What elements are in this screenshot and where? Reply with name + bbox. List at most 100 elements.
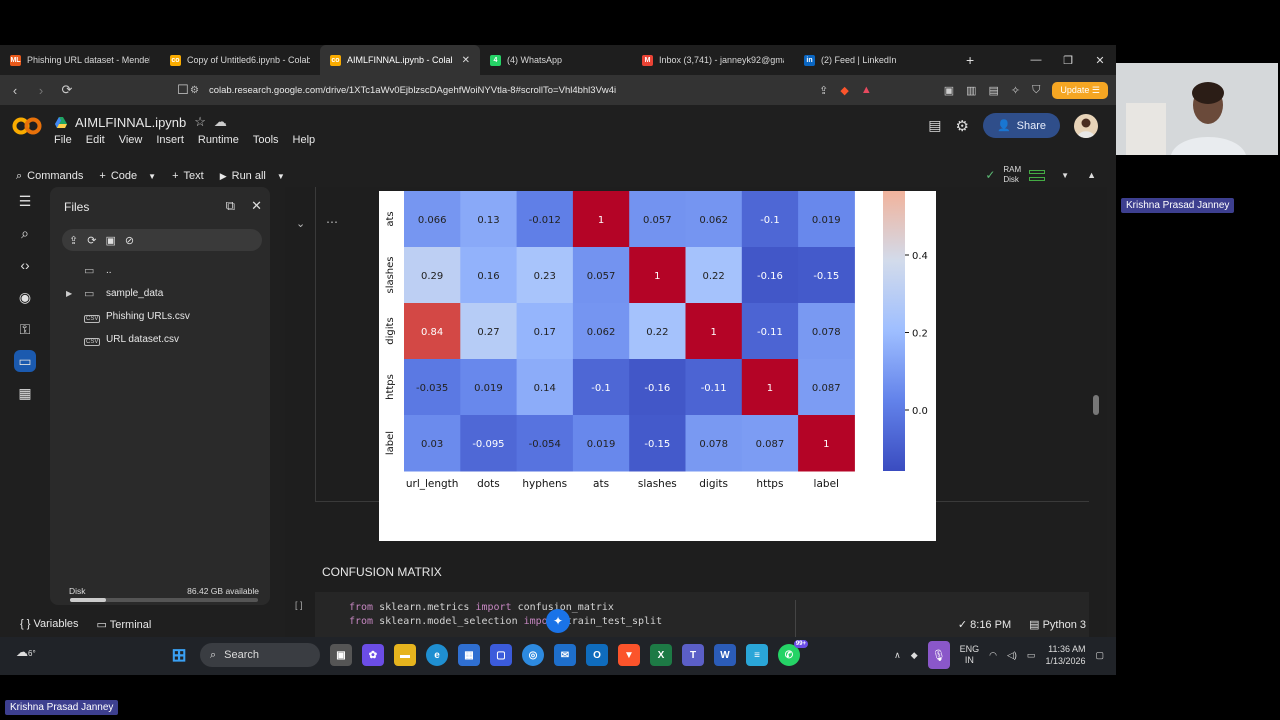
share-button[interactable]: 👤 Share: [982, 113, 1060, 138]
notifications-icon[interactable]: ▢: [1095, 650, 1104, 661]
menu-item-view[interactable]: View: [119, 134, 143, 146]
brave-browser-icon[interactable]: ▼: [618, 644, 640, 666]
files-folder-icon[interactable]: ▭: [0, 345, 50, 377]
word-icon[interactable]: W: [714, 644, 736, 666]
add-code-button[interactable]: + Code ▼: [99, 170, 156, 182]
volume-icon[interactable]: ◁): [1007, 650, 1017, 661]
file-tree-item[interactable]: CSV Phishing URLs.csv: [50, 305, 270, 328]
runtime-button[interactable]: ▤ Python 3: [1029, 618, 1086, 631]
variables-button[interactable]: { } Variables: [20, 618, 79, 631]
back-icon[interactable]: ‹: [4, 83, 26, 98]
share-page-icon[interactable]: ⇪: [819, 84, 828, 97]
whatsapp-icon[interactable]: ✆ 99+: [778, 640, 808, 666]
browser-tab[interactable]: M Inbox (3,741) - janneyk92@gma: [632, 45, 794, 75]
menu-item-help[interactable]: Help: [293, 134, 316, 146]
battery-icon[interactable]: ▭: [1027, 650, 1036, 661]
brave-shield-icon[interactable]: ◆: [840, 84, 848, 97]
language-indicator[interactable]: ENG IN: [960, 644, 980, 666]
forward-icon[interactable]: ›: [30, 83, 52, 98]
menu-item-edit[interactable]: Edit: [86, 134, 105, 146]
reload-icon[interactable]: ⟳: [56, 82, 78, 98]
hide-files-icon[interactable]: ⊘: [125, 234, 134, 247]
excel-icon[interactable]: X: [650, 644, 672, 666]
system-clock[interactable]: 11:36 AM 1/13/2026: [1045, 643, 1085, 667]
terminal-button[interactable]: ▭ Terminal: [97, 618, 152, 631]
browser-tab[interactable]: co AIMLFINNAL.ipynb - Colab ✕: [320, 45, 480, 75]
file-tree-item[interactable]: ▶ ▭ sample_data: [50, 282, 270, 305]
comments-icon[interactable]: ▤: [928, 117, 941, 134]
close-window-icon[interactable]: ✕: [1084, 54, 1116, 67]
settings-gear-icon[interactable]: ⚙: [955, 117, 968, 135]
site-info-icon[interactable]: ⚙: [190, 85, 199, 96]
leo-icon[interactable]: ✧: [1011, 84, 1020, 97]
network-tray-icon[interactable]: ◆: [911, 650, 918, 661]
upload-icon[interactable]: ⇪: [69, 234, 78, 247]
browser-tab[interactable]: co Copy of Untitled6.ipynb - Colab: [160, 45, 320, 75]
gemini-sparkle-icon[interactable]: ✦: [546, 609, 570, 633]
add-text-button[interactable]: + Text: [172, 170, 204, 182]
cloud-saved-icon[interactable]: ☁: [214, 114, 227, 130]
file-tree-item[interactable]: ▭..: [50, 259, 270, 282]
close-tab-icon[interactable]: ✕: [462, 55, 470, 66]
app-icon[interactable]: ▢: [490, 644, 512, 666]
find-icon[interactable]: ⌕: [0, 217, 50, 249]
microsoft-store-icon[interactable]: ▦: [458, 644, 480, 666]
wifi-icon[interactable]: ◠: [989, 650, 997, 661]
resource-monitor[interactable]: ✓ RAM Disk ▼ ▲: [985, 165, 1096, 185]
variables-inspector-icon[interactable]: ◉: [0, 281, 50, 313]
browser-tab[interactable]: in (2) Feed | LinkedIn: [794, 45, 954, 75]
chevron-down-icon[interactable]: ▼: [1061, 171, 1069, 180]
expand-caret-icon[interactable]: ▶: [66, 289, 78, 298]
screenshot-icon[interactable]: ▣: [944, 84, 954, 97]
update-button[interactable]: Update ☰: [1052, 81, 1108, 99]
mail-icon[interactable]: ✉: [554, 644, 576, 666]
commands-button[interactable]: ⌕ Commands: [16, 170, 83, 183]
menu-item-file[interactable]: File: [54, 134, 72, 146]
output-menu-icon[interactable]: ⋯: [326, 215, 338, 229]
toc-icon[interactable]: ☰: [0, 185, 50, 217]
microphone-icon[interactable]: 🎙: [927, 641, 950, 669]
close-panel-icon[interactable]: ✕: [251, 198, 262, 214]
account-avatar[interactable]: [1074, 113, 1098, 138]
app-icon[interactable]: ◎: [522, 644, 544, 666]
chevron-up-icon[interactable]: ▲: [1087, 170, 1096, 180]
outlook-icon[interactable]: O: [586, 644, 608, 666]
run-all-button[interactable]: ▶ Run all ▼: [220, 170, 285, 182]
taskbar-search[interactable]: ⌕ Search: [200, 643, 320, 667]
open-in-tab-icon[interactable]: ⧉: [226, 198, 235, 214]
minimize-icon[interactable]: —: [1020, 54, 1052, 66]
last-run-status[interactable]: ✓ 8:16 PM: [958, 618, 1011, 631]
task-view-icon[interactable]: ▣: [330, 644, 352, 666]
browser-tab[interactable]: 4 (4) WhatsApp: [480, 45, 632, 75]
colab-logo-icon[interactable]: [12, 116, 42, 136]
notebook-title[interactable]: AIMLFINNAL.ipynb: [75, 115, 186, 130]
mount-drive-icon[interactable]: ▣: [105, 234, 115, 247]
star-icon[interactable]: ☆: [194, 114, 206, 130]
brave-rewards-icon[interactable]: ▲: [861, 84, 872, 96]
file-explorer-icon[interactable]: ▬: [394, 644, 416, 666]
run-cell-button[interactable]: [ ]: [295, 600, 303, 610]
menu-item-tools[interactable]: Tools: [253, 134, 279, 146]
menu-item-runtime[interactable]: Runtime: [198, 134, 239, 146]
code-snippets-icon[interactable]: ‹›: [0, 249, 50, 281]
sidebar-icon[interactable]: ▥: [966, 84, 976, 97]
refresh-icon[interactable]: ⟳: [87, 234, 96, 247]
collapse-output-icon[interactable]: ⌄: [296, 217, 305, 230]
notepad-icon[interactable]: ≡: [746, 644, 768, 666]
wallet-icon[interactable]: ▤: [989, 84, 999, 97]
browser-tab[interactable]: ML Phishing URL dataset - Mendele: [0, 45, 160, 75]
copilot-icon[interactable]: ✿: [362, 644, 384, 666]
maximize-icon[interactable]: ❐: [1052, 54, 1084, 67]
data-table-icon[interactable]: ▦: [0, 377, 50, 409]
chevron-up-icon[interactable]: ∧: [894, 650, 901, 661]
secrets-key-icon[interactable]: ⚿: [0, 313, 50, 345]
notebook-scrollbar[interactable]: [1093, 395, 1099, 415]
start-windows-icon[interactable]: ⊞: [168, 644, 190, 666]
menu-item-insert[interactable]: Insert: [156, 134, 184, 146]
teams-icon[interactable]: T: [682, 644, 704, 666]
new-tab-button[interactable]: +: [966, 52, 974, 68]
file-tree-item[interactable]: CSV URL dataset.csv: [50, 328, 270, 351]
vpn-icon[interactable]: ⛉: [1032, 84, 1040, 97]
edge-browser-icon[interactable]: e: [426, 644, 448, 666]
weather-widget[interactable]: ☁6°: [16, 645, 36, 659]
